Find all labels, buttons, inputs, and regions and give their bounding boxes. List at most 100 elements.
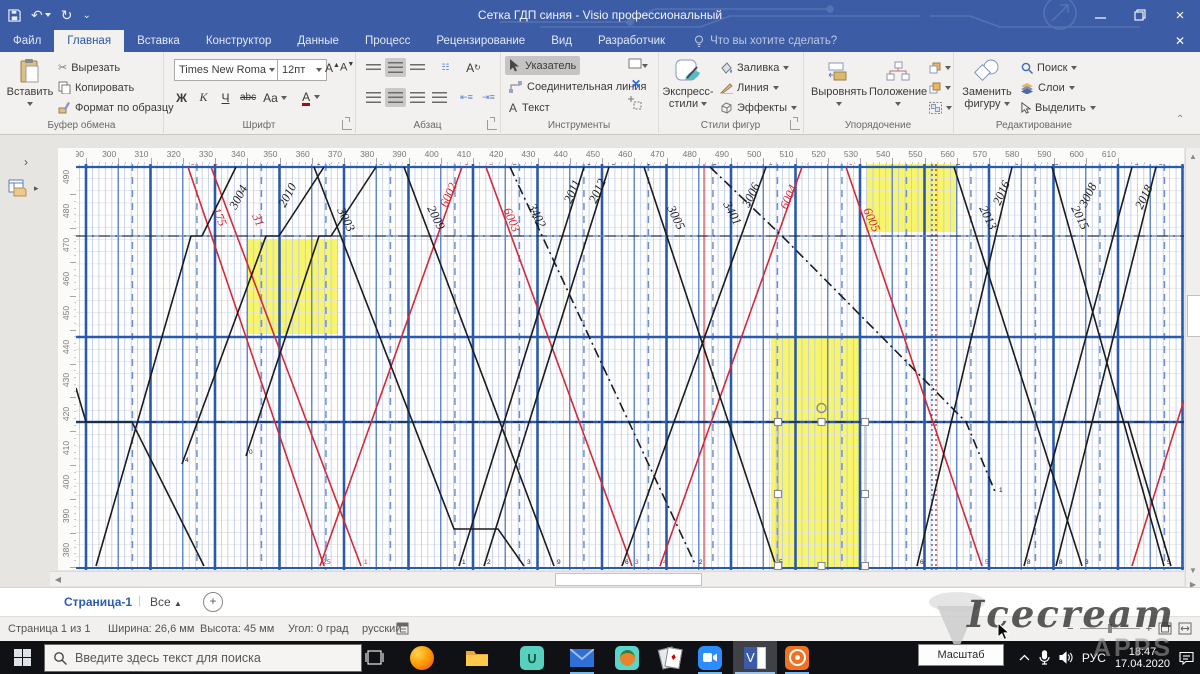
tab-данные[interactable]: Данные <box>284 30 352 52</box>
taskbar-app-game[interactable] <box>605 641 649 674</box>
bold-button[interactable]: Ж <box>174 91 189 105</box>
align-button[interactable]: Выровнять <box>811 56 867 110</box>
connection-point-x-button[interactable]: ✕ <box>631 77 641 91</box>
tab-главная[interactable]: Главная <box>54 30 124 52</box>
add-page-button[interactable]: + <box>203 592 223 612</box>
vertical-scroll-thumb[interactable] <box>1187 295 1200 337</box>
shape-styles-dialog-launcher[interactable] <box>790 120 800 130</box>
align-center-button[interactable] <box>385 88 406 107</box>
zoom-in-icon[interactable]: + <box>1146 623 1152 635</box>
restore-button[interactable] <box>1120 0 1160 30</box>
cut-button[interactable]: ✂Вырезать <box>58 58 120 77</box>
zoom-controls[interactable]: − + <box>1067 622 1192 635</box>
vertical-scrollbar[interactable]: ▲ ▼ ▶ <box>1185 148 1200 592</box>
close-button[interactable]: × <box>1160 0 1200 30</box>
scroll-left-arrow[interactable]: ◀ <box>52 573 64 585</box>
format-painter-button[interactable]: Формат по образцу <box>58 98 174 117</box>
taskbar-app-task-view[interactable] <box>352 641 396 674</box>
select-button[interactable]: Выделить <box>1021 98 1096 117</box>
justify-button[interactable] <box>429 88 450 107</box>
taskbar-app-recorder[interactable] <box>775 641 819 674</box>
horizontal-ruler[interactable]: 2903003103203303403503603703803904004104… <box>76 148 1184 165</box>
font-name-combo[interactable]: Times New Roma <box>174 59 280 81</box>
tab-вставка[interactable]: Вставка <box>124 30 193 52</box>
speaker-icon[interactable] <box>1059 651 1073 664</box>
bullets-button[interactable]: ☷ <box>435 58 456 77</box>
replace-shape-button[interactable]: Заменить фигуру <box>959 56 1015 110</box>
page-tab[interactable]: Страница-1 <box>64 595 132 609</box>
taskbar-app-utorrent[interactable]: ∪ <box>510 641 554 674</box>
decrease-indent-button[interactable]: ⇤≡ <box>456 88 477 107</box>
font-color-button[interactable]: А <box>302 90 319 106</box>
grow-font-button[interactable]: A▲ <box>325 61 340 75</box>
font-dialog-launcher[interactable] <box>342 120 352 130</box>
all-pages-dropdown[interactable]: Все ▲ <box>150 595 182 609</box>
taskbar-search-box[interactable]: Введите здесь текст для поиска <box>44 644 362 672</box>
shrink-font-button[interactable]: A▼ <box>340 61 354 74</box>
taskbar-app-zoom[interactable] <box>688 641 732 674</box>
connection-point-tool-button[interactable] <box>628 96 642 113</box>
tab-вид[interactable]: Вид <box>538 30 585 52</box>
align-middle-button[interactable] <box>385 58 406 77</box>
paragraph-dialog-launcher[interactable] <box>487 120 497 130</box>
send-backward-button[interactable] <box>929 78 951 97</box>
taskbar-app-mail[interactable] <box>560 641 604 674</box>
status-item-2[interactable]: Высота: 45 мм <box>200 623 274 635</box>
tab-процесс[interactable]: Процесс <box>352 30 423 52</box>
find-button[interactable]: Поиск <box>1021 58 1077 77</box>
zoom-slider[interactable] <box>1080 628 1140 629</box>
effects-button[interactable]: Эффекты <box>720 98 797 117</box>
strikethrough-button[interactable]: abc <box>240 92 256 103</box>
underline-button[interactable]: Ч <box>218 91 233 105</box>
copy-button[interactable]: Копировать <box>58 78 134 97</box>
close-document-icon[interactable]: ✕ <box>1160 30 1200 52</box>
tab-конструктор[interactable]: Конструктор <box>193 30 285 52</box>
paste-button[interactable]: Вставить <box>6 56 54 110</box>
fit-page-icon[interactable] <box>1158 622 1172 635</box>
bring-forward-button[interactable] <box>929 58 951 77</box>
drawing-canvas[interactable]: 3111175556002226003336004446005553004442… <box>76 164 1184 570</box>
taskbar-app-solitaire[interactable]: ♦ <box>648 641 692 674</box>
align-top-button[interactable] <box>363 58 384 77</box>
align-left-button[interactable] <box>363 88 384 107</box>
status-item-1[interactable]: Ширина: 26,6 мм <box>108 623 194 635</box>
fill-button[interactable]: Заливка <box>720 58 789 77</box>
increase-indent-button[interactable]: ⇥≡ <box>478 88 499 107</box>
macros-icon[interactable] <box>396 622 409 638</box>
status-item-3[interactable]: Угол: 0 град <box>288 623 349 635</box>
taskbar-app-explorer[interactable] <box>455 641 499 674</box>
start-button[interactable] <box>0 641 44 674</box>
shapes-panel-icon[interactable]: ▸ <box>8 179 39 197</box>
horizontal-scroll-thumb[interactable] <box>555 573 702 586</box>
tab-разработчик[interactable]: Разработчик <box>585 30 678 52</box>
collapse-ribbon-button[interactable]: ⌃ <box>1176 114 1184 125</box>
text-tool-button[interactable]: A Текст <box>505 98 554 117</box>
status-item-0[interactable]: Страница 1 из 1 <box>8 623 90 635</box>
minimize-button[interactable] <box>1080 0 1120 30</box>
tell-me-box[interactable]: Что вы хотите сделать? <box>678 30 837 52</box>
italic-button[interactable]: К <box>196 90 211 105</box>
line-button[interactable]: Линия <box>720 78 779 97</box>
position-button[interactable]: Положение <box>869 56 927 110</box>
horizontal-scrollbar[interactable]: ◀ <box>50 571 1184 586</box>
taskbar-app-visio[interactable]: V <box>733 641 777 674</box>
align-bottom-button[interactable] <box>407 58 428 77</box>
pointer-tool-button[interactable]: Указатель <box>505 56 580 75</box>
tab-рецензирование[interactable]: Рецензирование <box>423 30 538 52</box>
hidden-icons-chevron[interactable] <box>1019 654 1030 662</box>
taskbar-clock[interactable]: 18:47 17.04.2020 <box>1115 646 1170 670</box>
fit-width-icon[interactable] <box>1178 622 1192 635</box>
layers-button[interactable]: Слои <box>1021 78 1075 97</box>
expand-shapes-panel-icon[interactable]: › <box>24 155 28 169</box>
connector-tool-button[interactable]: Соединительная линия <box>505 77 650 96</box>
align-right-button[interactable] <box>407 88 428 107</box>
scroll-up-arrow[interactable]: ▲ <box>1187 150 1199 162</box>
rectangle-tool-button[interactable] <box>628 58 648 72</box>
vertical-ruler[interactable]: 490480470460450440430420410400390380 <box>58 164 77 570</box>
font-size-combo[interactable]: 12пт <box>277 59 327 81</box>
change-case-button[interactable]: Aa <box>263 91 287 105</box>
language-indicator[interactable]: РУС <box>1082 651 1106 665</box>
notifications-icon[interactable] <box>1179 651 1194 665</box>
taskbar-app-firefox[interactable] <box>400 641 444 674</box>
rotate-text-button[interactable]: A↻ <box>463 58 484 77</box>
